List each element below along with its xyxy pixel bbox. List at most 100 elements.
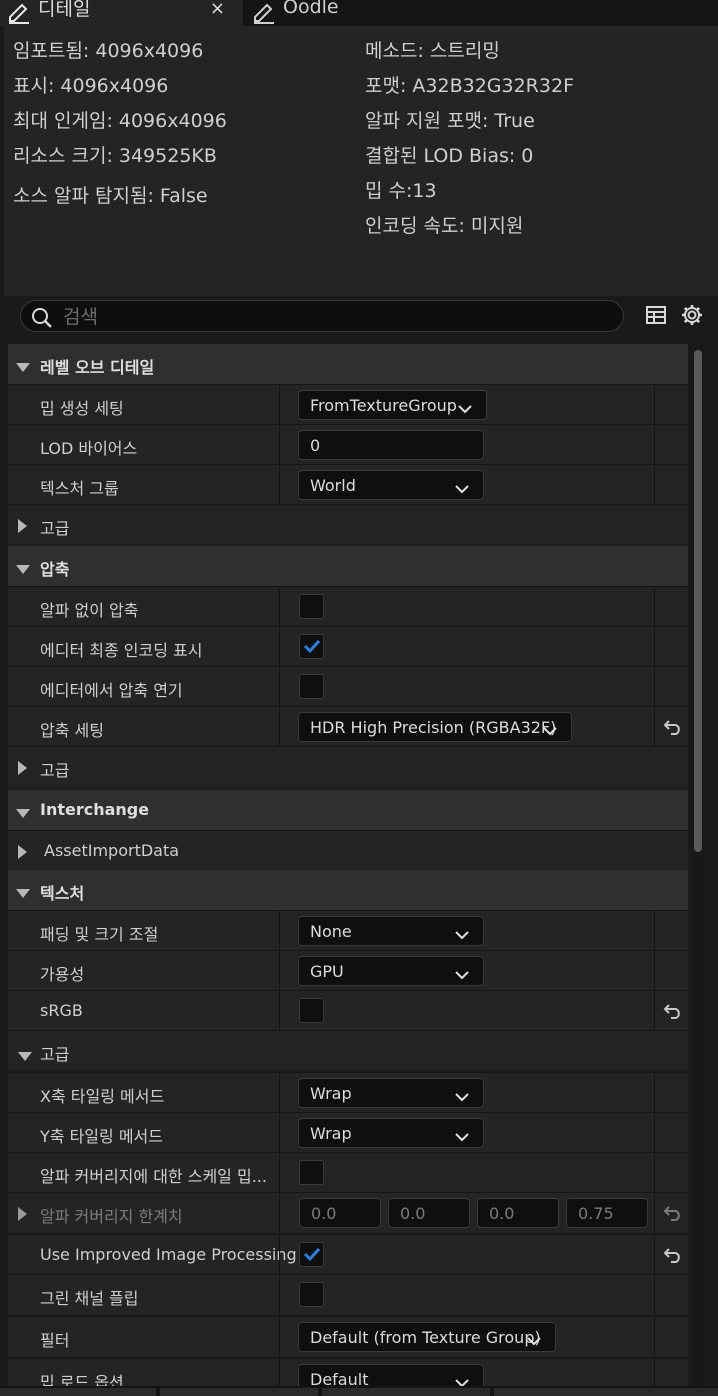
column-divider	[279, 1073, 280, 1113]
y-tiling-combo[interactable]: Wrap	[298, 1118, 484, 1148]
search-input[interactable]	[61, 303, 605, 331]
category-lod[interactable]: 레벨 오브 디테일	[8, 344, 688, 384]
expand-arrow-icon	[16, 560, 30, 579]
subcategory-asset-import-data[interactable]: AssetImportData	[8, 830, 688, 870]
improved-processing-checkbox[interactable]	[299, 1242, 324, 1267]
tab-details[interactable]: 디테일 ×	[0, 0, 243, 26]
reset-arrow-icon[interactable]	[663, 717, 683, 737]
prop-label: 그린 채널 플립	[40, 1289, 139, 1308]
category-label: 텍스처	[40, 884, 85, 903]
prop-compress-no-alpha: 알파 없이 압축	[8, 586, 688, 627]
category-label: Interchange	[40, 800, 150, 819]
defer-compression-checkbox[interactable]	[299, 674, 324, 699]
combo-value: Default (from Texture Group)	[310, 1328, 541, 1347]
reset-arrow-icon[interactable]	[663, 1245, 683, 1265]
lod-bias-input[interactable]: 0	[298, 430, 484, 460]
threshold-y-input[interactable]: 0.0	[388, 1198, 470, 1228]
category-compression[interactable]: 압축	[8, 546, 688, 586]
availability-combo[interactable]: GPU	[298, 956, 484, 986]
search-row	[0, 296, 718, 340]
combo-value: GPU	[310, 962, 344, 981]
subcategory-lod-advanced[interactable]: 고급	[8, 504, 688, 544]
texture-group-combo[interactable]: World	[298, 470, 484, 500]
column-divider	[654, 911, 655, 951]
prop-label: 알파 커버리지 한계치	[40, 1207, 183, 1226]
expand-arrow-icon	[16, 884, 30, 903]
column-divider	[279, 385, 280, 425]
collapsed-arrow-icon[interactable]	[18, 1206, 28, 1225]
green-channel-flip-checkbox[interactable]	[299, 1282, 324, 1307]
prop-mip-gen: 밉 생성 세팅 FromTextureGroup	[8, 384, 688, 425]
prop-label: 알파 없이 압축	[40, 601, 139, 620]
subcategory-label: AssetImportData	[44, 841, 180, 860]
reset-arrow-icon[interactable]	[663, 1001, 683, 1021]
prop-lod-bias: LOD 바이어스 0	[8, 424, 688, 465]
prop-label: 필터	[40, 1331, 70, 1350]
chevron-down-icon	[543, 721, 557, 740]
compression-settings-combo[interactable]: HDR High Precision (RGBA32F)	[298, 712, 572, 742]
filter-combo[interactable]: Default (from Texture Group)	[298, 1322, 556, 1352]
tab-oodle-label: Oodle	[283, 0, 339, 18]
alpha-coverage-scale-checkbox[interactable]	[299, 1160, 324, 1185]
threshold-w-input[interactable]: 0.75	[566, 1198, 648, 1228]
checkmark-icon	[303, 1246, 321, 1266]
category-interchange[interactable]: Interchange	[8, 790, 688, 830]
subcategory-texture-advanced[interactable]: 고급	[8, 1030, 688, 1070]
combo-value: FromTextureGroup	[310, 396, 457, 415]
combo-value: Default	[310, 1370, 369, 1386]
column-divider	[279, 1235, 280, 1275]
column-divider	[654, 627, 655, 667]
search-icon	[31, 307, 53, 333]
column-divider	[279, 667, 280, 707]
chevron-down-icon	[455, 479, 469, 498]
search-box	[20, 300, 624, 332]
show-final-encode-checkbox[interactable]	[299, 634, 324, 659]
threshold-x-input[interactable]: 0.0	[299, 1198, 381, 1228]
column-divider	[279, 707, 280, 747]
close-icon[interactable]: ×	[210, 0, 225, 19]
column-divider	[279, 587, 280, 627]
prop-label: 알파 커버리지에 대한 스케일 밉...	[40, 1167, 267, 1186]
expand-arrow-icon	[16, 804, 30, 823]
prop-label: LOD 바이어스	[40, 439, 138, 458]
table-icon[interactable]	[643, 302, 669, 328]
column-divider	[654, 385, 655, 425]
subcategory-label: 고급	[40, 1045, 70, 1064]
mip-gen-combo[interactable]: FromTextureGroup	[298, 390, 487, 420]
prop-srgb: sRGB	[8, 990, 688, 1031]
category-label: 레벨 오브 디테일	[40, 358, 155, 377]
texture-stats-panel: 임포트됨: 4096x4096 표시: 4096x4096 최대 인게임: 40…	[4, 26, 718, 296]
chevron-down-icon	[458, 399, 472, 418]
x-tiling-combo[interactable]: Wrap	[298, 1078, 484, 1108]
prop-label: 패딩 및 크기 조절	[40, 925, 159, 944]
scrollbar-thumb[interactable]	[694, 350, 702, 852]
chevron-down-icon	[455, 925, 469, 944]
prop-label: X축 타일링 메서드	[40, 1087, 165, 1106]
prop-label: 밉 생성 세팅	[40, 399, 124, 418]
srgb-checkbox[interactable]	[299, 998, 324, 1023]
bottom-tab	[322, 1388, 490, 1396]
reset-arrow-icon[interactable]	[663, 1203, 683, 1223]
subcategory-compression-advanced[interactable]: 고급	[8, 746, 688, 786]
pencil-icon	[6, 0, 32, 26]
combo-value: World	[310, 476, 356, 495]
vertical-scrollbar[interactable]	[691, 344, 705, 1386]
subcategory-label: 고급	[40, 519, 70, 538]
mip-load-options-combo[interactable]: Default	[298, 1364, 484, 1386]
column-divider	[279, 1275, 280, 1315]
gear-icon[interactable]	[679, 302, 705, 328]
stat-method: 메소드: 스트리밍	[365, 40, 500, 62]
threshold-z-input[interactable]: 0.0	[477, 1198, 559, 1228]
padding-resize-combo[interactable]: None	[298, 916, 484, 946]
prop-label: Y축 타일링 메서드	[40, 1127, 163, 1146]
prop-label: 에디터 최종 인코딩 표시	[40, 641, 203, 660]
tab-oodle[interactable]: Oodle	[245, 0, 395, 26]
compress-no-alpha-checkbox[interactable]	[299, 594, 324, 619]
input-value: 0.0	[489, 1204, 515, 1223]
category-texture[interactable]: 텍스처	[8, 870, 688, 910]
column-divider	[654, 1359, 655, 1386]
collapsed-arrow-icon	[18, 760, 28, 779]
bottom-tab	[0, 1388, 156, 1396]
column-divider	[279, 991, 280, 1031]
tab-details-label: 디테일	[38, 0, 91, 20]
